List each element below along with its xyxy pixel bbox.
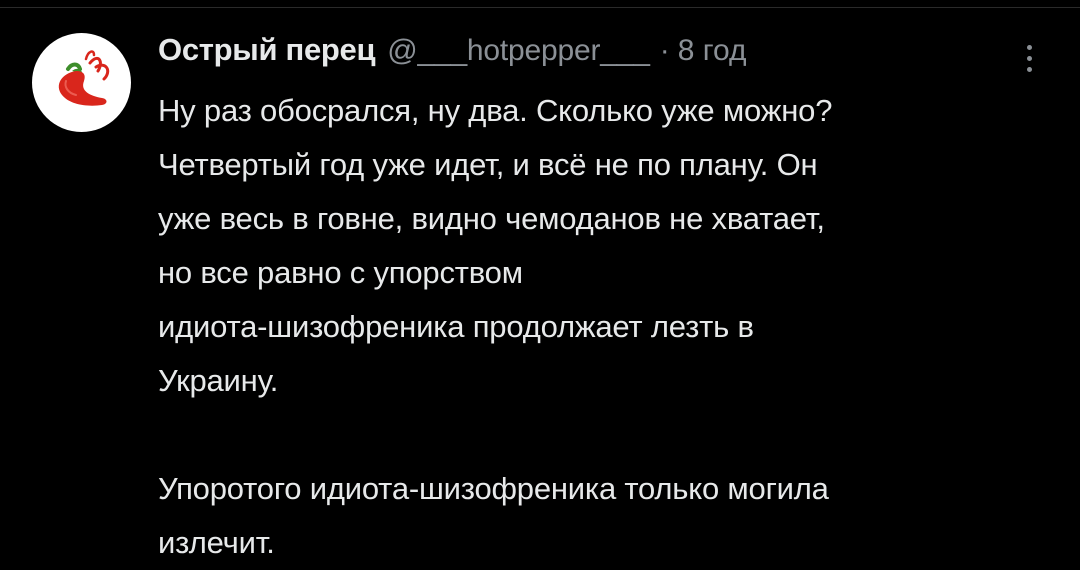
tweet-text-line: Ну раз обосрался, ну два. Сколько уже мо… — [158, 93, 833, 128]
tweet-header: Острый перец @___hotpepper___ · 8 год — [158, 32, 1058, 84]
tweet-text-line: идиота-шизофреника продолжает лезть в — [158, 309, 754, 344]
tweet-text-line: уже весь в говне, видно чемоданов не хва… — [158, 201, 825, 236]
tweet-text-line: излечит. — [158, 525, 275, 560]
tweet-text-line: Украину. — [158, 363, 279, 398]
more-options-button[interactable] — [1015, 38, 1043, 78]
author-handle[interactable]: @___hotpepper___ — [387, 34, 650, 68]
vertical-ellipsis-icon — [1026, 66, 1032, 72]
tweet-text-line: но все равно с упорством — [158, 255, 523, 290]
tweet-text: Ну раз обосрался, ну два. Сколько уже мо… — [158, 84, 1058, 570]
vertical-ellipsis-icon — [1026, 55, 1032, 61]
author-display-name[interactable]: Острый перец — [158, 32, 376, 68]
vertical-ellipsis-icon — [1026, 44, 1032, 50]
red-chili-pepper-icon — [58, 50, 110, 106]
tweet-text-line: Упоротого идиота-шизофреника только моги… — [158, 471, 829, 506]
tweet[interactable]: Острый перец @___hotpepper___ · 8 год Ну… — [158, 32, 1058, 570]
tweet-text-line: Четвертый год уже идет, и всё не по план… — [158, 147, 818, 182]
top-divider — [0, 0, 1080, 8]
author-avatar[interactable] — [32, 33, 131, 132]
meta-separator: · — [659, 34, 670, 67]
tweet-timestamp[interactable]: 8 год — [678, 34, 747, 68]
